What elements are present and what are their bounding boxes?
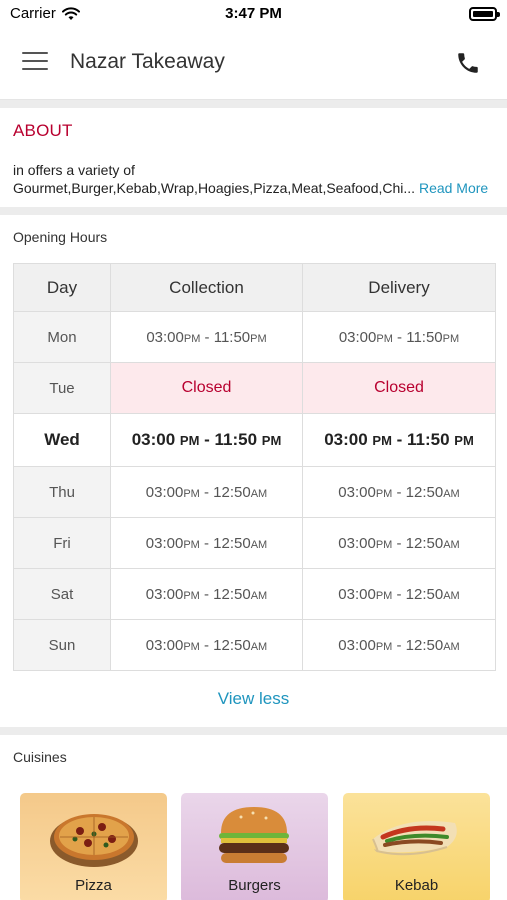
delivery-hours: 03:00 PM - 11:50 PM: [302, 413, 496, 467]
table-row: Thu 03:00PM - 12:50AM 03:00PM - 12:50AM: [13, 466, 496, 518]
day-cell: Fri: [13, 517, 111, 569]
delivery-hours: 03:00PM - 12:50AM: [302, 466, 496, 518]
cuisine-card-kebab[interactable]: Kebab: [343, 793, 490, 900]
collection-hours: 03:00PM - 12:50AM: [110, 466, 303, 518]
day-cell: Wed: [13, 413, 111, 467]
view-less-link[interactable]: View less: [0, 689, 507, 709]
status-time: 3:47 PM: [225, 5, 282, 22]
about-line-1: in offers a variety of: [13, 162, 135, 178]
table-row-today: Wed 03:00 PM - 11:50 PM 03:00 PM - 11:50…: [13, 413, 496, 467]
phone-icon[interactable]: [455, 50, 481, 76]
cuisine-card-burgers[interactable]: Burgers: [181, 793, 328, 900]
cuisine-label: Kebab: [394, 877, 439, 894]
table-row: Fri 03:00PM - 12:50AM 03:00PM - 12:50AM: [13, 517, 496, 569]
column-header-delivery: Delivery: [302, 263, 496, 312]
opening-hours-label: Opening Hours: [13, 229, 108, 245]
cuisine-card-pizza[interactable]: Pizza: [20, 793, 167, 900]
about-heading: ABOUT: [13, 121, 73, 140]
kebab-icon: [372, 821, 457, 856]
delivery-hours: 03:00PM - 11:50PM: [302, 311, 496, 363]
column-header-collection: Collection: [110, 263, 303, 312]
day-cell: Mon: [13, 311, 111, 363]
pizza-icon: [50, 814, 138, 867]
day-cell: Sun: [13, 619, 111, 671]
collection-hours: 03:00PM - 12:50AM: [110, 619, 303, 671]
cuisine-label: Burgers: [228, 877, 281, 894]
day-cell: Thu: [13, 466, 111, 518]
about-line-2: Gourmet,Burger,Kebab,Wrap,Hoagies,Pizza,…: [13, 179, 494, 197]
day-cell: Sat: [13, 568, 111, 620]
restaurant-title: Nazar Takeaway: [70, 50, 225, 73]
day-cell: Tue: [13, 362, 111, 414]
cuisine-label: Pizza: [75, 877, 112, 894]
delivery-hours: 03:00PM - 12:50AM: [302, 517, 496, 569]
collection-hours: 03:00PM - 12:50AM: [110, 568, 303, 620]
collection-hours: 03:00PM - 11:50PM: [110, 311, 303, 363]
read-more-link[interactable]: Read More: [419, 180, 488, 196]
about-section: ABOUT in offers a variety of Gourmet,Bur…: [0, 108, 507, 207]
column-header-day: Day: [13, 263, 111, 312]
table-row: Sat 03:00PM - 12:50AM 03:00PM - 12:50AM: [13, 568, 496, 620]
about-line-2-text: Gourmet,Burger,Kebab,Wrap,Hoagies,Pizza,…: [13, 180, 416, 196]
status-bar: Carrier 3:47 PM: [0, 0, 507, 28]
collection-hours: 03:00PM - 12:50AM: [110, 517, 303, 569]
collection-closed: Closed: [110, 362, 303, 414]
burger-icon: [219, 807, 289, 863]
delivery-hours: 03:00PM - 12:50AM: [302, 568, 496, 620]
cuisines-section: Cuisines Pizza Burgers Kebab: [0, 735, 507, 900]
battery-icon: [469, 7, 500, 21]
table-row: Sun 03:00PM - 12:50AM 03:00PM - 12:50AM: [13, 619, 496, 671]
opening-hours-table: Day Collection Delivery Mon 03:00PM - 11…: [13, 263, 496, 671]
opening-hours-section: Opening Hours Day Collection Delivery Mo…: [0, 215, 507, 727]
collection-hours: 03:00 PM - 11:50 PM: [110, 413, 303, 467]
cuisines-label: Cuisines: [13, 749, 67, 765]
hamburger-menu-icon[interactable]: [22, 52, 48, 74]
table-row: Mon 03:00PM - 11:50PM 03:00PM - 11:50PM: [13, 311, 496, 363]
table-row: Tue Closed Closed: [13, 362, 496, 414]
app-header: Nazar Takeaway: [0, 28, 507, 100]
delivery-hours: 03:00PM - 12:50AM: [302, 619, 496, 671]
about-description: in offers a variety of Gourmet,Burger,Ke…: [13, 161, 494, 197]
cuisine-cards: Pizza Burgers Kebab: [20, 793, 490, 900]
table-header-row: Day Collection Delivery: [13, 263, 496, 312]
delivery-closed: Closed: [302, 362, 496, 414]
